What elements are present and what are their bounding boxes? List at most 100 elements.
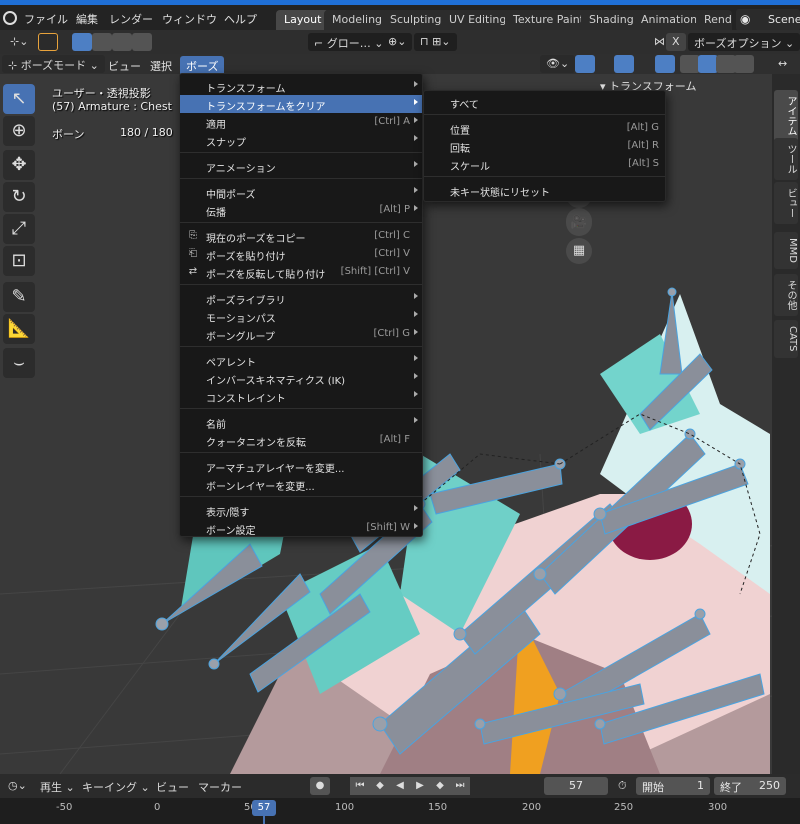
sidebar-tab-item[interactable]: アイテム bbox=[774, 90, 798, 142]
timeline-ruler[interactable]: -50 0 50 100 150 200 250 300 bbox=[0, 798, 800, 824]
current-frame-field[interactable]: 57 bbox=[544, 777, 608, 795]
header-menu-view[interactable]: ビュー bbox=[102, 56, 147, 76]
start-frame-field[interactable]: 開始 1 bbox=[636, 777, 710, 795]
xray-toggle-icon[interactable] bbox=[655, 55, 675, 73]
pose-relax-tool-icon[interactable]: ⌣ bbox=[3, 348, 35, 378]
measure-tool-icon[interactable]: 📐 bbox=[3, 314, 35, 344]
menu-edit[interactable]: 編集 bbox=[76, 11, 98, 27]
end-frame-field[interactable]: 終了 250 bbox=[714, 777, 786, 795]
tab-layout[interactable]: Layout bbox=[276, 10, 330, 30]
timeline-view-menu[interactable]: ビュー bbox=[150, 777, 195, 795]
menu-item-flip-quaternion[interactable]: クォータニオンを反転 [Alt] F bbox=[180, 431, 422, 449]
menu-help[interactable]: ヘルプ bbox=[224, 11, 257, 27]
move-tool-icon[interactable]: ✥ bbox=[3, 150, 35, 180]
submenu-item-scale[interactable]: スケール [Alt] S bbox=[424, 155, 665, 173]
transform-tool-icon[interactable]: ⊡ bbox=[3, 246, 35, 276]
menu-item-constraints[interactable]: コンストレイント bbox=[180, 387, 422, 405]
jump-end-icon[interactable]: ⏭ bbox=[450, 777, 470, 795]
menu-item-paste-pose[interactable]: ⎗ ポーズを貼り付け [Ctrl] V bbox=[180, 245, 422, 263]
menu-item-animation[interactable]: アニメーション bbox=[180, 157, 422, 175]
header-menu-select[interactable]: 選択 bbox=[144, 56, 178, 76]
shading-rendered-icon[interactable] bbox=[734, 55, 754, 73]
preview-range-icon[interactable]: ⏱ bbox=[612, 777, 633, 795]
sidebar-tab-view[interactable]: ビュー bbox=[774, 182, 798, 224]
playback-menu[interactable]: 再生 ⌄ bbox=[34, 777, 81, 795]
submenu-item-all[interactable]: すべて bbox=[424, 93, 665, 111]
tab-texture-paint[interactable]: Texture Paint bbox=[505, 10, 592, 30]
submenu-item-rotation[interactable]: 回転 [Alt] R bbox=[424, 137, 665, 155]
sidebar-tab-mmd[interactable]: MMD bbox=[774, 232, 798, 269]
pose-options-dropdown[interactable]: ボーズオプション ⌄ bbox=[688, 33, 800, 51]
sidebar-tab-cats[interactable]: CATS bbox=[774, 320, 798, 358]
menu-item-show-hide[interactable]: 表示/隠す bbox=[180, 501, 422, 519]
play-icon[interactable]: ▶ bbox=[410, 777, 430, 795]
transform-orientation-dropdown[interactable]: ⌐ グロー… ⌄ bbox=[308, 33, 390, 51]
menu-item-paste-flipped[interactable]: ⇄ ポーズを反転して貼り付け [Shift] [Ctrl] V bbox=[180, 263, 422, 281]
prev-keyframe-icon[interactable]: ◆ bbox=[370, 777, 390, 795]
rotate-tool-icon[interactable]: ↻ bbox=[3, 182, 35, 212]
camera-view-icon[interactable]: 🎥 bbox=[566, 210, 592, 236]
playhead-indicator[interactable]: 57 bbox=[252, 800, 276, 816]
menu-file[interactable]: ファイル bbox=[24, 11, 68, 27]
select-box-icon[interactable] bbox=[38, 33, 58, 51]
tab-rendering[interactable]: Rende bbox=[696, 10, 732, 30]
perspective-toggle-icon[interactable]: ▦ bbox=[566, 238, 592, 264]
select-mode-subtract-icon[interactable] bbox=[112, 33, 132, 51]
select-mode-new-icon[interactable] bbox=[72, 33, 92, 51]
tab-sculpting[interactable]: Sculpting bbox=[382, 10, 450, 30]
menu-item-bone-groups[interactable]: ボーングループ [Ctrl] G bbox=[180, 325, 422, 343]
transform-pivot-icon[interactable]: ⊹⌄ bbox=[4, 33, 34, 51]
annotate-tool-icon[interactable]: ✎ bbox=[3, 282, 35, 312]
overlay-toggle-icon[interactable] bbox=[614, 55, 634, 73]
mirror-x-button[interactable]: X bbox=[666, 33, 686, 51]
menu-item-pose-library[interactable]: ポーズライブラリ bbox=[180, 289, 422, 307]
sidebar-tab-other[interactable]: その他 bbox=[774, 274, 798, 316]
menu-item-apply[interactable]: 適用 [Ctrl] A bbox=[180, 113, 422, 131]
tab-animation[interactable]: Animation bbox=[633, 10, 706, 30]
sidebar-tab-tool[interactable]: ツール bbox=[774, 138, 798, 180]
select-tool-icon[interactable]: ↖ bbox=[3, 84, 35, 114]
snap-dropdown[interactable]: ⊓ ⊞⌄ bbox=[414, 33, 457, 51]
visibility-dropdown[interactable]: 👁⌄ bbox=[540, 55, 576, 73]
sidebar-toggle-icon[interactable]: ↔ bbox=[772, 55, 793, 73]
menu-window[interactable]: ウィンドウ bbox=[162, 11, 217, 27]
tab-modeling[interactable]: Modeling bbox=[324, 10, 391, 30]
tab-uv-editing[interactable]: UV Editing bbox=[441, 10, 515, 30]
play-reverse-icon[interactable]: ◀ bbox=[390, 777, 410, 795]
gizmo-toggle-icon[interactable] bbox=[575, 55, 595, 73]
shading-solid-icon[interactable] bbox=[698, 55, 718, 73]
pivot-point-dropdown[interactable]: ⊕⌄ bbox=[382, 33, 413, 51]
menu-item-propagate[interactable]: 伝播 [Alt] P bbox=[180, 201, 422, 219]
menu-item-parent[interactable]: ペアレント bbox=[180, 351, 422, 369]
menu-item-clear-transform[interactable]: トランスフォームをクリア bbox=[180, 95, 422, 113]
editor-type-clock-icon[interactable]: ◷⌄ bbox=[2, 777, 33, 795]
menu-item-copy-pose[interactable]: ⎘ 現在のポーズをコピー [Ctrl] C bbox=[180, 227, 422, 245]
shading-wire-icon[interactable] bbox=[680, 55, 700, 73]
submenu-item-reset-unkeyed[interactable]: 未キー状態にリセット bbox=[424, 181, 665, 199]
keying-menu[interactable]: キーイング ⌄ bbox=[76, 777, 156, 795]
select-mode-extend-icon[interactable] bbox=[92, 33, 112, 51]
menu-item-change-armature-layers[interactable]: アーマチュアレイヤーを変更... bbox=[180, 457, 422, 475]
menu-item-bone-settings[interactable]: ボーン設定 [Shift] W bbox=[180, 519, 422, 537]
marker-menu[interactable]: マーカー bbox=[192, 777, 248, 795]
scale-tool-icon[interactable]: ⤢ bbox=[3, 214, 35, 244]
menu-item-motion-paths[interactable]: モーションパス bbox=[180, 307, 422, 325]
jump-start-icon[interactable]: ⏮ bbox=[350, 777, 370, 795]
select-mode-intersect-icon[interactable] bbox=[132, 33, 152, 51]
blender-logo-icon[interactable] bbox=[3, 11, 17, 25]
cursor-tool-icon[interactable]: ⊕ bbox=[3, 116, 35, 146]
mode-dropdown[interactable]: ⊹ ボーズモード ⌄ bbox=[2, 55, 105, 73]
submenu-item-location[interactable]: 位置 [Alt] G bbox=[424, 119, 665, 137]
record-icon[interactable]: ● bbox=[310, 777, 330, 795]
menu-render[interactable]: レンダー bbox=[109, 11, 153, 27]
menu-item-change-bone-layers[interactable]: ボーンレイヤーを変更... bbox=[180, 475, 422, 493]
menu-item-ik[interactable]: インバースキネマティクス (IK) bbox=[180, 369, 422, 387]
submenu-item-shortcut: [Alt] S bbox=[628, 158, 659, 169]
scene-selector[interactable]: ◉ Scene bbox=[736, 9, 800, 31]
next-keyframe-icon[interactable]: ◆ bbox=[430, 777, 450, 795]
menu-item-names[interactable]: 名前 bbox=[180, 413, 422, 431]
shading-material-icon[interactable] bbox=[716, 55, 736, 73]
menu-item-transform[interactable]: トランスフォーム bbox=[180, 77, 422, 95]
menu-item-snap[interactable]: スナップ bbox=[180, 131, 422, 149]
menu-item-inbetween[interactable]: 中間ポーズ bbox=[180, 183, 422, 201]
